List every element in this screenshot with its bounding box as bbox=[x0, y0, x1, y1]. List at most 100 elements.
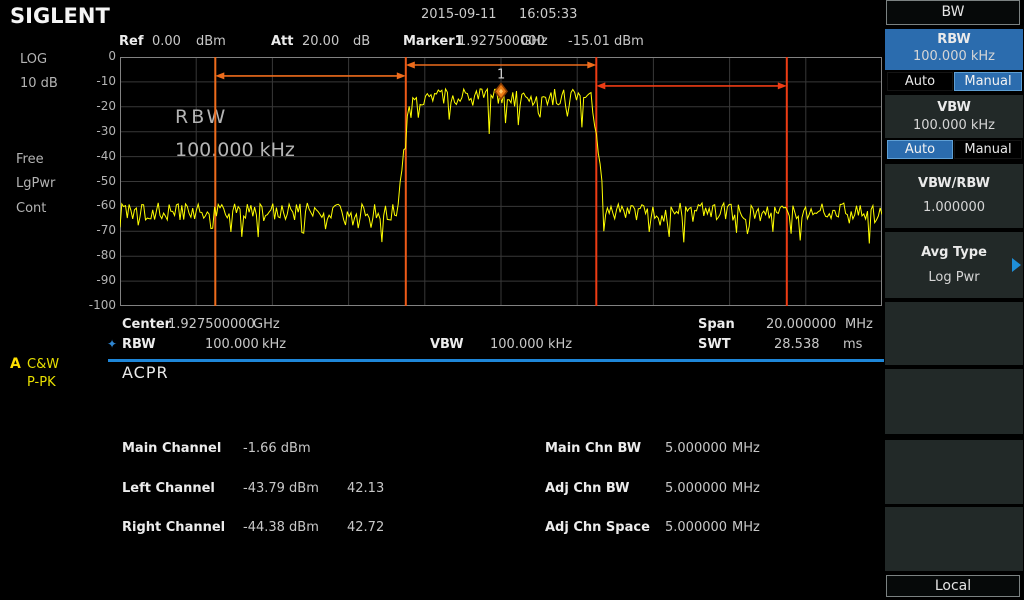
y-tick-label: -70 bbox=[76, 223, 116, 237]
acpr-row-value: -43.79 dBm bbox=[243, 481, 319, 496]
vbw-softkey-value: 100.000 kHz bbox=[885, 118, 1023, 133]
vbw-rbw-softkey-value: 1.000000 bbox=[885, 200, 1023, 215]
annunciator-power: LgPwr bbox=[16, 176, 55, 191]
softkey-blank-1[interactable] bbox=[885, 302, 1023, 365]
swt-unit: ms bbox=[843, 337, 862, 352]
rbw-annotation: RBW bbox=[175, 106, 228, 128]
softkey-blank-2[interactable] bbox=[885, 369, 1023, 434]
ref-unit: dBm bbox=[196, 34, 226, 49]
rbw-unit: kHz bbox=[262, 337, 286, 352]
trace-id-label: A bbox=[10, 356, 21, 372]
ref-value: 0.00 bbox=[152, 34, 181, 49]
acpr-row-label: Main Chn BW bbox=[545, 441, 641, 456]
rbw-annotation-value: 100.000 kHz bbox=[175, 139, 295, 161]
acpr-row-label: Adj Chn BW bbox=[545, 481, 629, 496]
rbw-coupled-icon: ✦ bbox=[107, 337, 117, 351]
acpr-row-value: 5.000000 bbox=[665, 520, 727, 535]
acpr-row-label: Right Channel bbox=[122, 520, 225, 535]
y-tick-label: -90 bbox=[76, 273, 116, 287]
vbw-auto-manual-row: Auto Manual bbox=[885, 140, 1023, 159]
acpr-row-label: Main Channel bbox=[122, 441, 221, 456]
local-button[interactable]: Local bbox=[886, 575, 1020, 597]
softkey-blank-4[interactable] bbox=[885, 507, 1023, 571]
vbw-softkey-label: VBW bbox=[885, 100, 1023, 115]
y-tick-label: -50 bbox=[76, 174, 116, 188]
y-tick-label: -30 bbox=[76, 124, 116, 138]
softkey-vbw[interactable]: VBW 100.000 kHz bbox=[885, 95, 1023, 138]
date-label: 2015-09-11 bbox=[421, 7, 497, 22]
acpr-title: ACPR bbox=[122, 363, 169, 382]
acpr-row: Right Channel -44.38 dBm 42.72 Adj Chn Spac… bbox=[122, 520, 882, 536]
spectrum-plot: RBW 100.000 kHz 1 bbox=[120, 57, 882, 306]
rbw-manual-button[interactable]: Manual bbox=[954, 72, 1022, 91]
left-channel-arrowhead bbox=[397, 72, 406, 79]
annunciator-sweep: Cont bbox=[16, 201, 46, 216]
y-tick-label: 0 bbox=[76, 49, 116, 63]
avg-type-softkey-value: Log Pwr bbox=[885, 270, 1023, 285]
marker-label: Marker1 bbox=[403, 34, 464, 49]
ref-label: Ref bbox=[119, 34, 143, 49]
left-channel-arrowhead bbox=[215, 72, 224, 79]
acpr-row-value: -44.38 dBm bbox=[243, 520, 319, 535]
att-value: 20.00 bbox=[302, 34, 339, 49]
softkey-vbw-rbw[interactable]: VBW/RBW 1.000000 bbox=[885, 164, 1023, 228]
acpr-row-value: 5.000000 bbox=[665, 441, 727, 456]
acpr-row-label: Adj Chn Space bbox=[545, 520, 650, 535]
acpr-row: Left Channel -43.79 dBm 42.13 Adj Chn BW 5.0… bbox=[122, 481, 882, 497]
vbw-unit: kHz bbox=[548, 337, 572, 352]
center-value: 1.927500000 bbox=[168, 317, 255, 332]
marker-number-label: 1 bbox=[497, 67, 505, 82]
rbw-label: RBW bbox=[122, 337, 156, 352]
acpr-row: Main Channel-1.66 dBmMain Chn BW5.000000… bbox=[122, 441, 882, 457]
span-unit: MHz bbox=[845, 317, 873, 332]
softkey-rbw[interactable]: RBW 100.000 kHz bbox=[885, 29, 1023, 70]
annunciator-log: LOG bbox=[20, 52, 47, 67]
acpr-row-value: 42.13 bbox=[347, 481, 384, 496]
acpr-window-divider bbox=[108, 359, 884, 362]
right-channel-arrowhead bbox=[778, 82, 787, 89]
y-tick-label: -60 bbox=[76, 198, 116, 212]
annunciator-scale: 10 dB bbox=[20, 76, 58, 91]
vbw-auto-button[interactable]: Auto bbox=[887, 140, 953, 159]
trace-type-label: C&W bbox=[27, 357, 59, 372]
y-tick-label: -40 bbox=[76, 149, 116, 163]
swt-label: SWT bbox=[698, 337, 731, 352]
vbw-manual-button[interactable]: Manual bbox=[954, 140, 1022, 159]
vbw-value: 100.000 bbox=[490, 337, 544, 352]
main-channel-arrowhead bbox=[587, 62, 596, 69]
main-channel-arrowhead bbox=[406, 62, 415, 69]
att-label: Att bbox=[271, 34, 294, 49]
siglent-logo: SIGLENT bbox=[10, 4, 110, 28]
menu-title: BW bbox=[886, 0, 1020, 25]
att-unit: dB bbox=[353, 34, 370, 49]
y-tick-label: -20 bbox=[76, 99, 116, 113]
spectrum-analyzer-screen: SIGLENT 2015-09-11 16:05:33 LOG 10 dB Fr… bbox=[0, 0, 1024, 600]
rbw-auto-button[interactable]: Auto bbox=[887, 72, 953, 91]
marker-freq-unit: GHz bbox=[521, 34, 548, 49]
marker-level-unit: dBm bbox=[614, 34, 644, 49]
acpr-row-value: 42.72 bbox=[347, 520, 384, 535]
y-tick-label: -80 bbox=[76, 248, 116, 262]
acpr-row-value: MHz bbox=[732, 520, 760, 535]
rbw-value: 100.000 bbox=[205, 337, 259, 352]
submenu-arrow-icon bbox=[1012, 258, 1021, 272]
avg-type-softkey-label: Avg Type bbox=[885, 245, 1023, 260]
softkey-blank-3[interactable] bbox=[885, 440, 1023, 504]
span-label: Span bbox=[698, 317, 735, 332]
right-channel-arrowhead bbox=[596, 82, 605, 89]
rbw-auto-manual-row: Auto Manual bbox=[885, 72, 1023, 91]
vbw-rbw-softkey-label: VBW/RBW bbox=[885, 176, 1023, 191]
annunciator-trigger: Free bbox=[16, 152, 44, 167]
softkey-menu: BW RBW 100.000 kHz Auto Manual VBW 100.0… bbox=[884, 0, 1024, 600]
center-label: Center bbox=[122, 317, 171, 332]
vbw-label: VBW bbox=[430, 337, 464, 352]
marker-level-value: -15.01 bbox=[568, 34, 610, 49]
rbw-softkey-value: 100.000 kHz bbox=[885, 49, 1023, 64]
detector-label: P-PK bbox=[27, 375, 56, 390]
acpr-row-value: 5.000000 bbox=[665, 481, 727, 496]
softkey-avg-type[interactable]: Avg Type Log Pwr bbox=[885, 232, 1023, 298]
acpr-row-value: MHz bbox=[732, 481, 760, 496]
acpr-row-label: Left Channel bbox=[122, 481, 215, 496]
y-tick-label: -10 bbox=[76, 74, 116, 88]
acpr-row-value: MHz bbox=[732, 441, 760, 456]
